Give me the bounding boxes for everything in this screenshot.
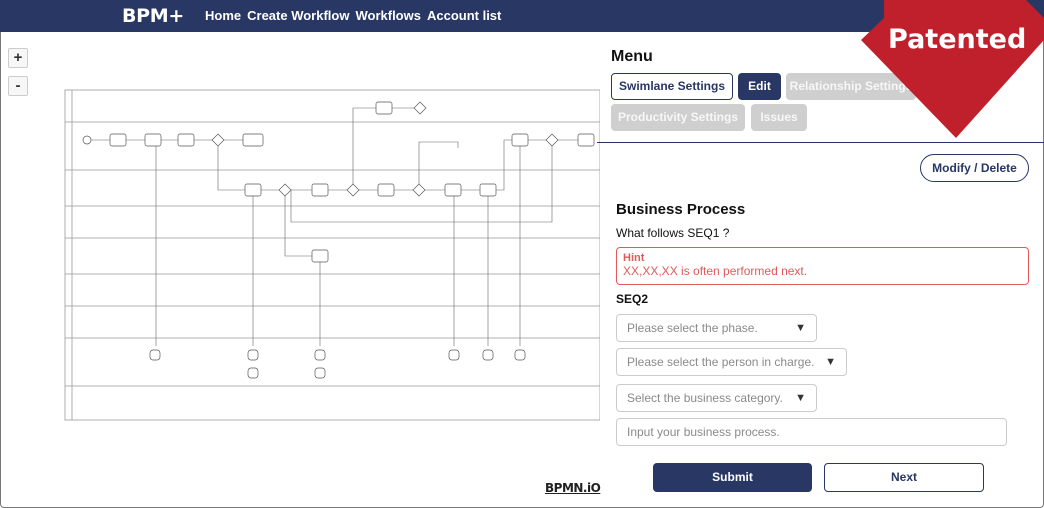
task (311, 183, 329, 197)
person-select[interactable]: Please select the person in charge. ▼ (616, 348, 847, 376)
modify-delete-button[interactable]: Modify / Delete (920, 154, 1029, 182)
patented-label: Patented (888, 24, 1027, 55)
data-store (247, 367, 259, 379)
main-nav: Home Create Workflow Workflows Account l… (205, 8, 501, 23)
nav-home[interactable]: Home (205, 8, 241, 23)
caret-down-icon: ▼ (795, 322, 806, 334)
gateway (346, 183, 360, 197)
menu-divider (597, 142, 1044, 143)
data-store (482, 349, 494, 361)
task (444, 183, 462, 197)
caret-down-icon: ▼ (795, 392, 806, 404)
data-store (247, 349, 259, 361)
bpmn-diagram[interactable] (60, 88, 600, 422)
data-store (514, 349, 526, 361)
data-store (314, 367, 326, 379)
task (311, 249, 329, 263)
data-store (149, 349, 161, 361)
task (109, 133, 127, 147)
bpmn-io-logo[interactable]: BPMN.iO (545, 481, 601, 495)
gateway (413, 101, 427, 115)
question-text: What follows SEQ1 ? (616, 226, 730, 240)
section-title: Business Process (616, 201, 746, 218)
task (177, 133, 195, 147)
nav-workflows[interactable]: Workflows (355, 8, 421, 23)
gateway (545, 133, 559, 147)
task (479, 183, 497, 197)
seq-label: SEQ2 (616, 292, 649, 306)
phase-select[interactable]: Please select the phase. ▼ (616, 314, 817, 342)
menu-title: Menu (611, 48, 653, 65)
data-store (448, 349, 460, 361)
brand-logo[interactable]: BPM+ (122, 5, 184, 27)
gateway (278, 183, 292, 197)
user-menu-icon[interactable] (886, 7, 892, 23)
zoom-out-button[interactable]: - (8, 76, 28, 96)
submit-button[interactable]: Submit (653, 463, 812, 492)
tab-edit[interactable]: Edit (738, 73, 781, 100)
task (377, 183, 395, 197)
next-button[interactable]: Next (824, 463, 984, 492)
person-select-placeholder: Please select the person in charge. (627, 355, 815, 369)
hint-title: Hint (623, 252, 645, 264)
hint-text: XX,XX,XX is often performed next. (623, 264, 808, 278)
zoom-in-button[interactable]: + (8, 48, 28, 68)
gateway (211, 133, 225, 147)
tab-swimlane-settings[interactable]: Swimlane Settings (611, 73, 733, 100)
nav-account-list[interactable]: Account list (427, 8, 501, 23)
task (244, 183, 262, 197)
phase-select-placeholder: Please select the phase. (627, 321, 758, 335)
business-process-input[interactable]: Input your business process. (616, 418, 1007, 446)
category-select[interactable]: Select the business category. ▼ (616, 384, 817, 412)
start-event (82, 135, 92, 145)
task (511, 133, 529, 147)
task (242, 133, 264, 147)
data-store (314, 349, 326, 361)
task (375, 101, 393, 115)
task (577, 133, 595, 147)
hint-box: Hint XX,XX,XX is often performed next. (616, 247, 1029, 285)
tab-relationship-settings: Relationship Settings (786, 73, 916, 100)
task (144, 133, 162, 147)
tab-issues: Issues (751, 104, 807, 131)
category-select-placeholder: Select the business category. (627, 391, 783, 405)
tab-productivity-settings: Productivity Settings (611, 104, 745, 131)
gateway (412, 183, 426, 197)
caret-down-icon: ▼ (825, 356, 836, 368)
nav-create-workflow[interactable]: Create Workflow (247, 8, 349, 23)
